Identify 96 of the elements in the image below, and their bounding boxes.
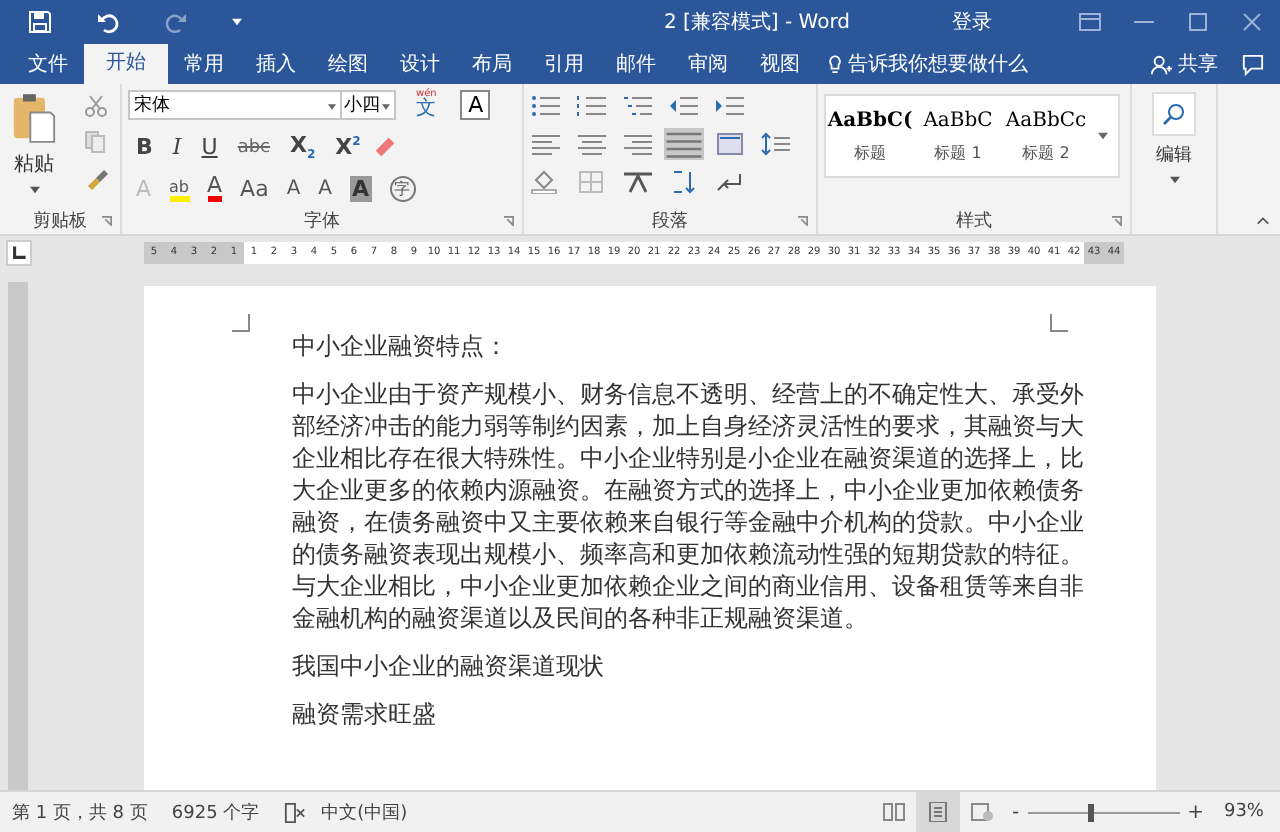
increase-indent-icon[interactable] bbox=[714, 94, 746, 118]
ribbon-tab[interactable]: 开始 bbox=[84, 44, 168, 84]
align-center-icon[interactable] bbox=[576, 132, 608, 156]
multilevel-list-icon[interactable] bbox=[622, 94, 654, 118]
ribbon-tab[interactable]: 插入 bbox=[240, 48, 312, 84]
sign-in-link[interactable]: 登录 bbox=[952, 7, 992, 35]
document-paragraph: 中小企业融资特点： bbox=[292, 330, 510, 362]
ribbon-tab[interactable]: 邮件 bbox=[600, 48, 672, 84]
group-label: 段落 bbox=[652, 209, 688, 233]
line-spacing-icon[interactable] bbox=[760, 132, 792, 156]
group-label: 字体 bbox=[304, 209, 340, 233]
format-button[interactable]: abc bbox=[237, 137, 270, 157]
ribbon-tab[interactable]: 审阅 bbox=[672, 48, 744, 84]
caret-icon bbox=[1169, 176, 1179, 184]
format-button[interactable]: X$^{2}$ bbox=[335, 134, 361, 160]
format-button[interactable]: A bbox=[318, 178, 332, 200]
collapse-ribbon-icon[interactable] bbox=[1256, 216, 1270, 226]
ribbon-tab[interactable]: 常用 bbox=[168, 48, 240, 84]
page-icon bbox=[925, 802, 950, 822]
dialog-launcher-icon[interactable] bbox=[102, 216, 112, 226]
group-label: 样式 bbox=[956, 209, 992, 233]
sort-icon[interactable] bbox=[668, 170, 700, 194]
paragraph-mark-icon[interactable] bbox=[714, 170, 746, 194]
zoom-slider-thumb[interactable] bbox=[1087, 803, 1094, 821]
tab-stop-icon[interactable] bbox=[6, 240, 32, 266]
bullet-list-icon[interactable] bbox=[530, 94, 562, 118]
format-button[interactable]: A bbox=[350, 176, 372, 202]
more-icon[interactable] bbox=[1098, 132, 1108, 140]
format-button[interactable]: ab bbox=[169, 177, 190, 201]
format-button[interactable]: B bbox=[136, 134, 153, 160]
zoom-out-button[interactable]: - bbox=[1011, 801, 1020, 823]
dialog-launcher-icon[interactable] bbox=[1112, 216, 1122, 226]
ribbon-tab[interactable]: 引用 bbox=[528, 48, 600, 84]
shading-icon[interactable] bbox=[530, 170, 562, 194]
caret-icon[interactable] bbox=[232, 17, 242, 25]
style-item[interactable]: AaBbCc 标题 2 bbox=[1002, 96, 1090, 176]
document-paragraph: 我国中小企业的融资渠道现状 bbox=[292, 650, 606, 682]
format-button[interactable]: Aa bbox=[240, 176, 269, 202]
document-paragraph: 融资需求旺盛 bbox=[292, 698, 438, 730]
page-count[interactable]: 第 1 页，共 8 页 bbox=[12, 799, 148, 825]
justify-icon[interactable] bbox=[664, 128, 704, 160]
undo-icon[interactable] bbox=[96, 9, 120, 33]
dialog-launcher-icon[interactable] bbox=[504, 216, 514, 226]
comment-icon[interactable] bbox=[1242, 54, 1264, 76]
numbered-list-icon[interactable] bbox=[576, 94, 608, 118]
group-label: 剪贴板 bbox=[33, 209, 87, 233]
book-icon bbox=[881, 802, 906, 822]
caret-icon bbox=[382, 104, 390, 110]
ribbon-display-icon[interactable] bbox=[1078, 11, 1102, 31]
dialog-launcher-icon[interactable] bbox=[798, 216, 808, 226]
format-button[interactable]: A bbox=[286, 178, 301, 200]
corner-mark bbox=[1050, 314, 1068, 332]
ribbon-tab[interactable]: 设计 bbox=[384, 48, 456, 84]
language-label[interactable]: 中文(中国) bbox=[321, 799, 408, 825]
search-icon bbox=[1152, 92, 1196, 136]
style-item[interactable]: AaBbC( 标题 bbox=[826, 96, 914, 176]
caret-icon bbox=[328, 104, 336, 110]
paste-button[interactable]: 粘贴 bbox=[6, 88, 62, 206]
ribbon-tab[interactable]: 视图 bbox=[744, 48, 816, 84]
ribbon-tab[interactable]: 文件 bbox=[12, 48, 84, 84]
format-button[interactable]: X$_{2}$ bbox=[290, 131, 316, 163]
font-name-field[interactable]: 宋体 bbox=[128, 90, 342, 120]
ribbon-tab[interactable]: 绘图 bbox=[312, 48, 384, 84]
font-size-field[interactable]: 小四 bbox=[342, 90, 396, 120]
view-button[interactable] bbox=[915, 792, 960, 832]
decrease-indent-icon[interactable] bbox=[668, 94, 700, 118]
person-icon[interactable] bbox=[1150, 54, 1172, 76]
proofing-icon[interactable] bbox=[283, 801, 306, 823]
format-button[interactable]: U bbox=[201, 134, 218, 160]
document-paragraph: 中小企业由于资产规模小、财务信息不透明、经营上的不确定性大、承受外部经济冲击的能力弱等制约因素，加上自身经济灵活性的要求，其融资与大企业相比存在很大特殊性。中小企业特别是小企业在融资渠道的选择上，比大企业更多的依赖内源融资。在融资方式的选择上，中小企业更加依赖债务融资，在债务融资中又主要依赖来自银行等金融中介机构的贷款。中小企业的债务融资表现出规模小、频率高和更加依赖流动性强的短期贷款的特征。与大企业相比，中小企业更加依赖企业之间的商业信用、设备租赁等来自非金融机构的融资渠道以及民间的各种非正规融资渠道。 bbox=[292, 378, 1086, 634]
eraser-icon[interactable] bbox=[372, 134, 399, 160]
style-item[interactable]: AaBbC 标题 1 bbox=[914, 96, 1002, 176]
format-button[interactable]: A bbox=[207, 176, 223, 202]
format-button[interactable]: 字 bbox=[389, 176, 416, 202]
save-icon[interactable] bbox=[28, 9, 52, 33]
tell-me-field[interactable]: 告诉我你想要做什么 bbox=[848, 48, 1028, 84]
word-count[interactable]: 6925 个字 bbox=[171, 799, 260, 825]
share-button[interactable]: 共享 bbox=[1178, 48, 1218, 84]
align-left-icon[interactable] bbox=[530, 132, 562, 156]
brush-icon[interactable] bbox=[84, 166, 108, 190]
clipboard-icon bbox=[12, 92, 56, 144]
close-icon[interactable] bbox=[1240, 11, 1264, 31]
maximize-icon[interactable] bbox=[1186, 11, 1210, 31]
character-border-button[interactable]: A bbox=[460, 90, 491, 120]
corner-mark bbox=[232, 314, 250, 332]
globe-page-icon bbox=[969, 802, 994, 822]
window-title: 2 [兼容模式] - Word bbox=[661, 9, 852, 35]
ribbon-tab[interactable]: 布局 bbox=[456, 48, 528, 84]
editing-button[interactable]: 编辑 bbox=[1152, 88, 1196, 184]
zoom-in-button[interactable]: + bbox=[1187, 801, 1204, 823]
scissors-icon[interactable] bbox=[84, 94, 108, 118]
caret-icon bbox=[29, 186, 39, 194]
format-button[interactable]: I bbox=[172, 134, 182, 160]
lightbulb-icon bbox=[828, 54, 842, 76]
align-right-icon[interactable] bbox=[622, 132, 654, 156]
zoom-level[interactable]: 93% bbox=[1223, 802, 1264, 822]
